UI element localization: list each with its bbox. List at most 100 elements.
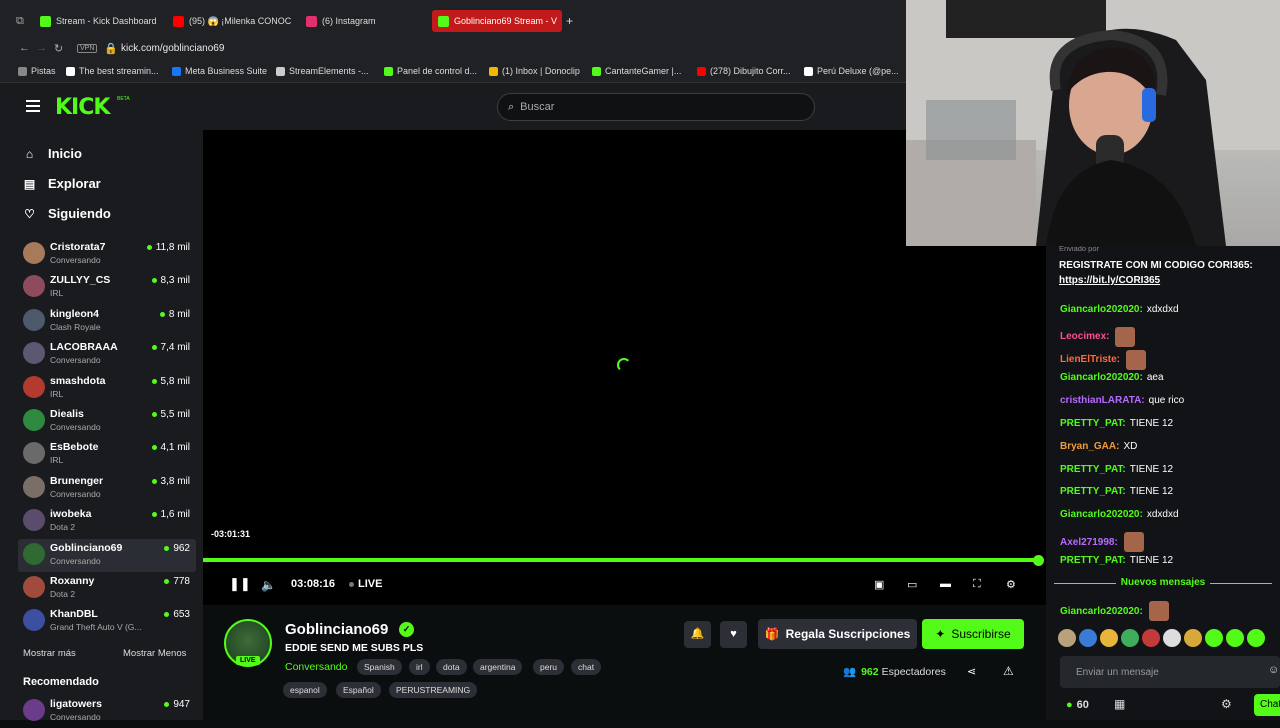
emote-icon[interactable] xyxy=(1121,629,1139,647)
bookmark-item[interactable]: (1) Inbox | Donoclip xyxy=(489,66,580,76)
sidebar-channel-item[interactable]: Diealis Conversando 5,5 mil xyxy=(18,405,196,438)
vpn-badge[interactable]: VPN xyxy=(77,44,98,53)
sidebar-channel-item[interactable]: kingleon4 Clash Royale 8 mil xyxy=(18,305,196,338)
chat-username[interactable]: Giancarlo202020: xyxy=(1060,509,1143,520)
chat-username[interactable]: Bryan_GAA: xyxy=(1060,441,1119,452)
report-warning-icon[interactable]: ⚠ xyxy=(1003,664,1014,678)
chat-input[interactable] xyxy=(1060,656,1280,688)
tag[interactable]: peru xyxy=(533,659,565,675)
emote-icon[interactable] xyxy=(1079,629,1097,647)
sidebar-channel-item[interactable]: Roxanny Dota 2 778 xyxy=(18,572,196,605)
chat-username[interactable]: Leocimex: xyxy=(1060,331,1109,342)
share-icon[interactable]: ⋖ xyxy=(967,665,976,678)
tag[interactable]: Spanish xyxy=(357,659,402,675)
emote-icon[interactable] xyxy=(1100,629,1118,647)
bookmark-item[interactable]: StreamElements -... xyxy=(276,66,369,76)
sidebar-channel-item[interactable]: iwobeka Dota 2 1,6 mil xyxy=(18,505,196,538)
reload-icon[interactable]: ↻ xyxy=(54,42,63,55)
sidebar-item-explorar[interactable]: ▤ Explorar xyxy=(23,176,101,191)
stream-category[interactable]: Conversando xyxy=(285,661,347,673)
forward-icon[interactable]: → xyxy=(36,42,47,54)
pinned-link[interactable]: https://bit.ly/CORI365 xyxy=(1059,275,1160,286)
volume-icon[interactable]: 🔈 xyxy=(261,578,276,592)
tag[interactable]: dota xyxy=(436,659,467,675)
subscribe-button[interactable]: ✦ Suscribirse xyxy=(922,619,1024,649)
gift-subscriptions-button[interactable]: 🎁 Regala Suscripciones xyxy=(758,619,917,649)
progress-bar[interactable] xyxy=(203,558,1043,562)
tag[interactable]: argentina xyxy=(473,659,523,675)
emote-icon[interactable] xyxy=(1226,629,1244,647)
mini-player-icon[interactable]: ▬ xyxy=(940,578,951,590)
emote-icon[interactable] xyxy=(1163,629,1181,647)
sidebar-item-inicio[interactable]: ⌂ Inicio xyxy=(23,146,82,161)
emote-icon[interactable] xyxy=(1205,629,1223,647)
sidebar-channel-item[interactable]: Brunenger Conversando 3,8 mil xyxy=(18,472,196,505)
bookmark-item[interactable]: Pistas xyxy=(18,66,56,76)
chat-username[interactable]: Giancarlo202020: xyxy=(1060,372,1143,383)
recommended-channel-item[interactable]: ligatowers Conversando 947 xyxy=(18,695,196,728)
tag[interactable]: Español xyxy=(336,682,381,698)
show-less-button[interactable]: Mostrar Menos xyxy=(123,648,186,659)
tag[interactable]: irl xyxy=(409,659,430,675)
sidebar-channel-item[interactable]: smashdota IRL 5,8 mil xyxy=(18,372,196,405)
browser-tab-goblinciano[interactable]: Goblinciano69 Stream - V xyxy=(432,10,562,32)
theater-mode-icon[interactable]: ▭ xyxy=(907,578,917,591)
chat-send-button[interactable]: Chat xyxy=(1254,694,1280,716)
bookmark-item[interactable]: The best streamin... xyxy=(66,66,159,76)
hamburger-menu-icon[interactable] xyxy=(26,100,40,112)
pause-icon[interactable]: ❚❚ xyxy=(229,576,251,592)
chat-username[interactable]: cristhianLARATA: xyxy=(1060,395,1145,406)
channel-points[interactable]: ● 60 xyxy=(1066,699,1089,711)
sidebar-item-siguiendo[interactable]: ♡ Siguiendo xyxy=(23,206,111,221)
bookmark-item[interactable]: CantanteGamer |... xyxy=(592,66,681,76)
url-field[interactable]: kick.com/goblinciano69 xyxy=(121,43,224,54)
emote-icon[interactable] xyxy=(1058,629,1076,647)
browser-tab-kick-dashboard[interactable]: Stream - Kick Dashboard xyxy=(40,10,165,32)
emote-icon[interactable] xyxy=(1247,629,1265,647)
sidebar-channel-item[interactable]: Goblinciano69 Conversando 962 xyxy=(18,538,196,572)
sidebar-channel-item[interactable]: EsBebote IRL 4,1 mil xyxy=(18,438,196,471)
emote-icon[interactable] xyxy=(1184,629,1202,647)
picture-in-picture-icon[interactable]: ▣ xyxy=(874,578,884,591)
search-input[interactable] xyxy=(520,101,791,113)
sidebar-channel-item[interactable]: Cristorata7 Conversando 11,8 mil xyxy=(18,238,196,271)
live-indicator[interactable]: LIVE xyxy=(349,578,382,590)
sidebar-channel-item[interactable]: LACOBRAAA Conversando 7,4 mil xyxy=(18,338,196,371)
chat-username[interactable]: PRETTY_PAT: xyxy=(1060,464,1126,475)
bookmark-item[interactable]: Perú Deluxe (@pe... xyxy=(804,66,899,76)
sidebar-channel-item[interactable]: ZULLYY_CS IRL 8,3 mil xyxy=(18,271,196,304)
show-more-button[interactable]: Mostrar más xyxy=(23,648,76,659)
tag[interactable]: chat xyxy=(571,659,602,675)
kick-logo[interactable]: KICK xyxy=(55,95,110,120)
chat-username[interactable]: PRETTY_PAT: xyxy=(1060,486,1126,497)
progress-knob[interactable] xyxy=(1033,555,1044,566)
search-bar[interactable]: ⌕ xyxy=(497,93,815,121)
tab-search-icon[interactable]: ⧉ xyxy=(16,15,24,28)
chat-username[interactable]: PRETTY_PAT: xyxy=(1060,418,1126,429)
tag[interactable]: espanol xyxy=(283,682,327,698)
emoji-picker-icon[interactable]: ☺ xyxy=(1268,664,1279,676)
store-icon[interactable]: ▦ xyxy=(1114,697,1125,711)
bookmark-item[interactable]: Meta Business Suite xyxy=(172,66,267,76)
chat-username[interactable]: Axel271998: xyxy=(1060,537,1118,548)
tag[interactable]: PERUSTREAMING xyxy=(389,682,478,698)
chat-username[interactable]: Giancarlo202020: xyxy=(1060,606,1143,617)
browser-tab-youtube[interactable]: (95) 😱 ¡Milenka CONOC xyxy=(173,10,291,32)
notification-bell-icon[interactable]: 🔔 xyxy=(684,621,711,648)
chat-username[interactable]: Giancarlo202020: xyxy=(1060,304,1143,315)
lock-icon[interactable]: 🔒 xyxy=(104,42,118,55)
fullscreen-icon[interactable]: ⛶ xyxy=(973,578,981,591)
chat-username[interactable]: LienElTriste: xyxy=(1060,354,1120,365)
chat-settings-gear-icon[interactable]: ⚙ xyxy=(1221,697,1232,711)
settings-gear-icon[interactable]: ⚙ xyxy=(1006,578,1016,591)
sidebar-channel-item[interactable]: KhanDBL Grand Theft Auto V (G... 653 xyxy=(18,605,196,638)
back-icon[interactable]: ← xyxy=(19,42,30,54)
new-tab-button[interactable]: + xyxy=(566,10,573,32)
bookmark-item[interactable]: Panel de control d... xyxy=(384,66,477,76)
emote-icon[interactable] xyxy=(1142,629,1160,647)
bookmark-item[interactable]: (278) Dibujito Corr... xyxy=(697,66,791,76)
browser-tab-instagram[interactable]: (6) Instagram xyxy=(306,10,416,32)
new-messages-divider[interactable]: Nuevos mensajes xyxy=(1046,577,1280,588)
streamer-name[interactable]: Goblinciano69 xyxy=(285,621,388,638)
chat-username[interactable]: PRETTY_PAT: xyxy=(1060,555,1126,566)
